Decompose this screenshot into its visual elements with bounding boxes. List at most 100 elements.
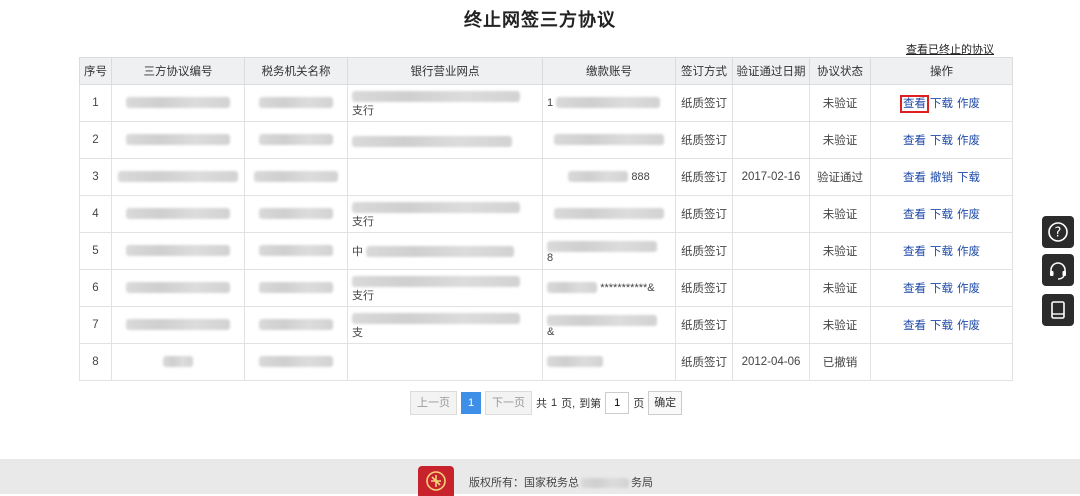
table-row: 2 纸质签订 未验证 查看 下载 作废 <box>79 121 1013 159</box>
table-row: 6 支行 ***********& 纸质签订 未验证 查看 下载 作废 <box>79 269 1013 307</box>
account-cell: 1 <box>542 84 676 122</box>
download-link[interactable]: 下载 <box>930 135 953 147</box>
status-cell: 未验证 <box>809 84 871 122</box>
copyright-suffix: 务局 <box>631 477 653 489</box>
sign-method-cell: 纸质签订 <box>675 269 733 307</box>
account-cell: 888 <box>542 158 676 196</box>
svg-text:?: ? <box>1055 226 1062 241</box>
agreement-no-cell <box>111 343 245 381</box>
bank-branch-text: 中 <box>352 246 363 258</box>
bank-branch-cell: 支 <box>347 306 543 344</box>
actions-cell: 查看 下载 作废 <box>870 306 1013 344</box>
goto-prefix: 到第 <box>579 398 602 410</box>
bank-branch-text: 支行 <box>352 289 374 302</box>
table-row: 5 中 8 纸质签订 未验证 查看 下载 作废 <box>79 232 1013 270</box>
header-bank-branch: 银行营业网点 <box>347 57 543 85</box>
void-link[interactable]: 作废 <box>957 246 980 258</box>
agreement-no-cell <box>111 158 245 196</box>
agreement-no-cell <box>111 306 245 344</box>
total-suffix: 页, <box>561 398 576 410</box>
void-link[interactable]: 作废 <box>957 283 980 295</box>
goto-page-input[interactable] <box>605 392 630 414</box>
total-prefix: 共 <box>536 398 547 410</box>
view-link[interactable]: 查看 <box>903 246 926 258</box>
current-page-button[interactable]: 1 <box>461 392 481 414</box>
header-verify-date: 验证通过日期 <box>732 57 810 85</box>
sign-method-cell: 纸质签订 <box>675 195 733 233</box>
account-cell <box>542 195 676 233</box>
table-row: 7 支 & 纸质签订 未验证 查看 下载 作废 <box>79 306 1013 344</box>
verify-date-cell <box>732 195 810 233</box>
account-text: 1 <box>547 97 554 109</box>
download-link[interactable]: 下载 <box>930 246 953 258</box>
row-index: 4 <box>79 195 112 233</box>
view-link[interactable]: 查看 <box>903 320 926 332</box>
next-page-button[interactable]: 下一页 <box>485 391 532 415</box>
emblem-glyph-icon <box>426 471 446 491</box>
account-text: & <box>547 325 555 338</box>
agreement-no-cell <box>111 269 245 307</box>
row-index: 3 <box>79 158 112 196</box>
bank-branch-text: 支行 <box>352 104 374 117</box>
tax-emblem-icon <box>418 466 454 496</box>
help-button[interactable]: ? <box>1042 216 1074 248</box>
view-link[interactable]: 查看 <box>900 95 929 113</box>
status-cell: 验证通过 <box>809 158 871 196</box>
actions-cell: 查看 下载 作废 <box>870 84 1013 122</box>
bank-branch-cell: 支行 <box>347 84 543 122</box>
agreement-no-cell <box>111 232 245 270</box>
table-row: 4 支行 纸质签订 未验证 查看 下载 作废 <box>79 195 1013 233</box>
void-link[interactable]: 作废 <box>957 320 980 332</box>
row-index: 1 <box>79 84 112 122</box>
agreement-table: 序号 三方协议编号 税务机关名称 银行营业网点 缴款账号 签订方式 验证通过日期… <box>79 57 1013 381</box>
account-cell: & <box>542 306 676 344</box>
download-link[interactable]: 下载 <box>930 209 953 221</box>
verify-date-cell <box>732 269 810 307</box>
header-tax-office: 税务机关名称 <box>244 57 348 85</box>
copyright-prefix: 版权所有：国家税务总 <box>469 477 579 489</box>
status-cell: 未验证 <box>809 195 871 233</box>
bank-branch-cell <box>347 158 543 196</box>
agreement-no-cell <box>111 84 245 122</box>
status-cell: 未验证 <box>809 232 871 270</box>
prev-page-button[interactable]: 上一页 <box>410 391 457 415</box>
tax-office-cell <box>244 158 348 196</box>
verify-date-cell <box>732 84 810 122</box>
account-text: ***********& <box>600 282 655 294</box>
view-terminated-link[interactable]: 查看已终止的协议 <box>906 41 994 57</box>
void-link[interactable]: 作废 <box>957 135 980 147</box>
void-link[interactable]: 作废 <box>957 209 980 221</box>
tax-office-cell <box>244 232 348 270</box>
bank-branch-cell <box>347 343 543 381</box>
void-link[interactable]: 作废 <box>957 98 980 110</box>
view-link[interactable]: 查看 <box>903 209 926 221</box>
manual-button[interactable] <box>1042 294 1074 326</box>
row-index: 5 <box>79 232 112 270</box>
confirm-page-button[interactable]: 确定 <box>648 391 683 415</box>
download-link[interactable]: 下载 <box>930 283 953 295</box>
download-link[interactable]: 下载 <box>930 320 953 332</box>
customer-service-button[interactable] <box>1042 254 1074 286</box>
view-link[interactable]: 查看 <box>903 135 926 147</box>
sign-method-cell: 纸质签订 <box>675 121 733 159</box>
download-link[interactable]: 下载 <box>957 172 980 184</box>
header-status: 协议状态 <box>809 57 871 85</box>
actions-cell: 查看 下载 作废 <box>870 195 1013 233</box>
tax-office-cell <box>244 306 348 344</box>
row-index: 6 <box>79 269 112 307</box>
revoke-link[interactable]: 撤销 <box>930 172 953 184</box>
verify-date-cell <box>732 121 810 159</box>
view-link[interactable]: 查看 <box>903 283 926 295</box>
view-link[interactable]: 查看 <box>903 172 926 184</box>
table-row: 1 支行 1 纸质签订 未验证 查看 下载 作废 <box>79 84 1013 122</box>
verify-date-cell: 2012-04-06 <box>732 343 810 381</box>
row-index: 2 <box>79 121 112 159</box>
bank-branch-text: 支 <box>352 326 363 339</box>
sign-method-cell: 纸质签订 <box>675 343 733 381</box>
download-link[interactable]: 下载 <box>930 98 953 110</box>
status-cell: 未验证 <box>809 121 871 159</box>
bank-branch-text: 支行 <box>352 215 374 228</box>
bank-branch-cell <box>347 121 543 159</box>
header-agreement-no: 三方协议编号 <box>111 57 245 85</box>
book-icon <box>1051 301 1065 319</box>
